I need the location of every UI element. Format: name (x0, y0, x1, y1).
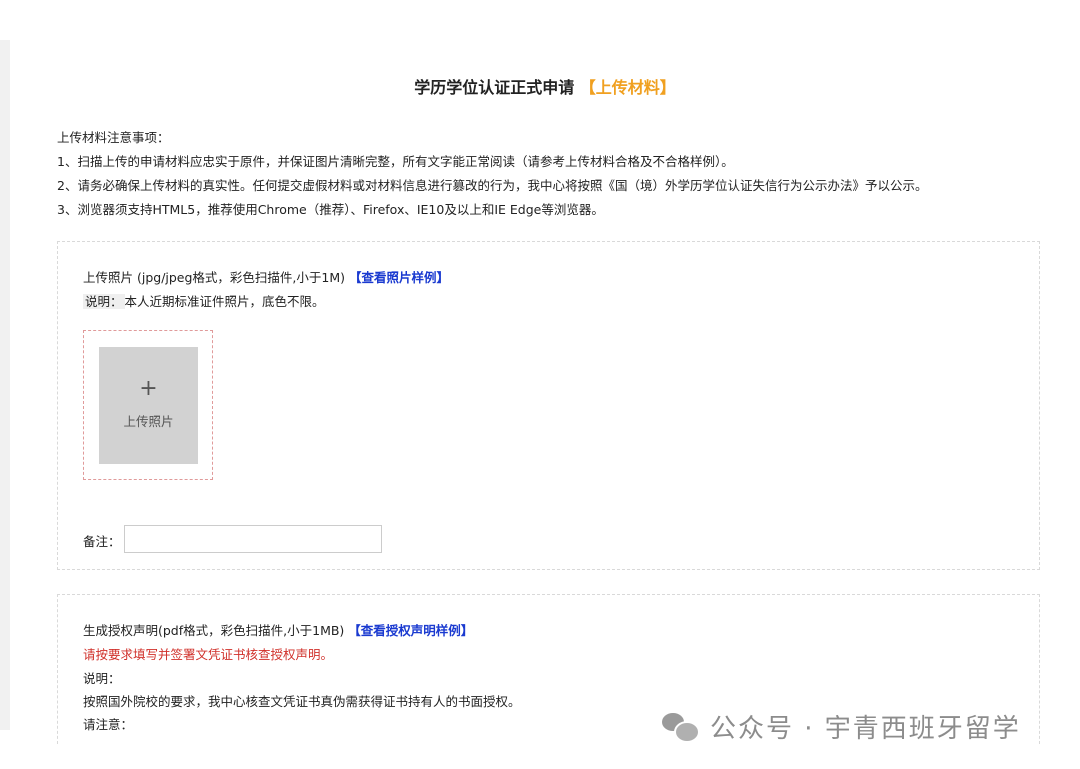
photo-description-row: 说明： 本人近期标准证件照片，底色不限。 (83, 291, 325, 310)
photo-sample-link[interactable]: 【查看照片样例】 (349, 270, 449, 285)
page-title: 学历学位认证正式申请 【上传材料】 (0, 74, 1080, 98)
auth-desc-text: 按照国外院校的要求，我中心核查文凭证书真伪需获得证书持有人的书面授权。 (83, 694, 521, 709)
auth-section-title: 生成授权声明(pdf格式，彩色扫描件,小于1MB) (83, 623, 345, 638)
auth-section-title-row: 生成授权声明(pdf格式，彩色扫描件,小于1MB) 【查看授权声明样例】 (83, 620, 473, 639)
auth-sample-link[interactable]: 【查看授权声明样例】 (348, 623, 473, 638)
photo-upload-dropzone: + 上传照片 (83, 330, 213, 480)
notice-item: 2、请务必确保上传材料的真实性。任何提交虚假材料或对材料信息进行篡改的行为，我中… (57, 178, 928, 193)
auth-desc-label: 说明： (83, 671, 121, 686)
left-rail (0, 40, 10, 730)
notices-heading: 上传材料注意事项： (57, 130, 170, 145)
photo-upload-panel: 上传照片 (jpg/jpeg格式，彩色扫描件,小于1M) 【查看照片样例】 说明… (57, 241, 1040, 570)
page-title-accent: 【上传材料】 (579, 78, 676, 97)
auth-warning: 请按要求填写并签署文凭证书核查授权声明。 (83, 647, 334, 662)
photo-desc-label: 说明： (83, 294, 125, 309)
remark-input[interactable] (124, 525, 382, 553)
page-title-text: 学历学位认证正式申请 (414, 78, 575, 97)
auth-attention-label: 请注意： (83, 717, 134, 732)
notice-item: 3、浏览器须支持HTML5，推荐使用Chrome（推荐）、Firefox、IE1… (57, 202, 604, 217)
upload-photo-label: 上传照片 (123, 414, 174, 429)
notice-item: 1、扫描上传的申请材料应忠实于原件，并保证图片清晰完整，所有文字能正常阅读（请参… (57, 154, 734, 169)
upload-photo-button[interactable]: + 上传照片 (99, 347, 198, 464)
watermark: 公众号 · 宇青西班牙留学 (662, 706, 1021, 746)
photo-section-title: 上传照片 (jpg/jpeg格式，彩色扫描件,小于1M) (83, 270, 346, 285)
photo-desc-text: 本人近期标准证件照片，底色不限。 (124, 294, 325, 309)
photo-section-title-row: 上传照片 (jpg/jpeg格式，彩色扫描件,小于1M) 【查看照片样例】 (83, 267, 449, 286)
plus-icon: + (139, 376, 158, 401)
upload-notices: 上传材料注意事项： 1、扫描上传的申请材料应忠实于原件，并保证图片清晰完整，所有… (57, 126, 1057, 222)
watermark-text: 公众号 · 宇青西班牙留学 (710, 713, 1021, 744)
remark-label: 备注： (83, 534, 121, 549)
wechat-icon (662, 711, 700, 743)
